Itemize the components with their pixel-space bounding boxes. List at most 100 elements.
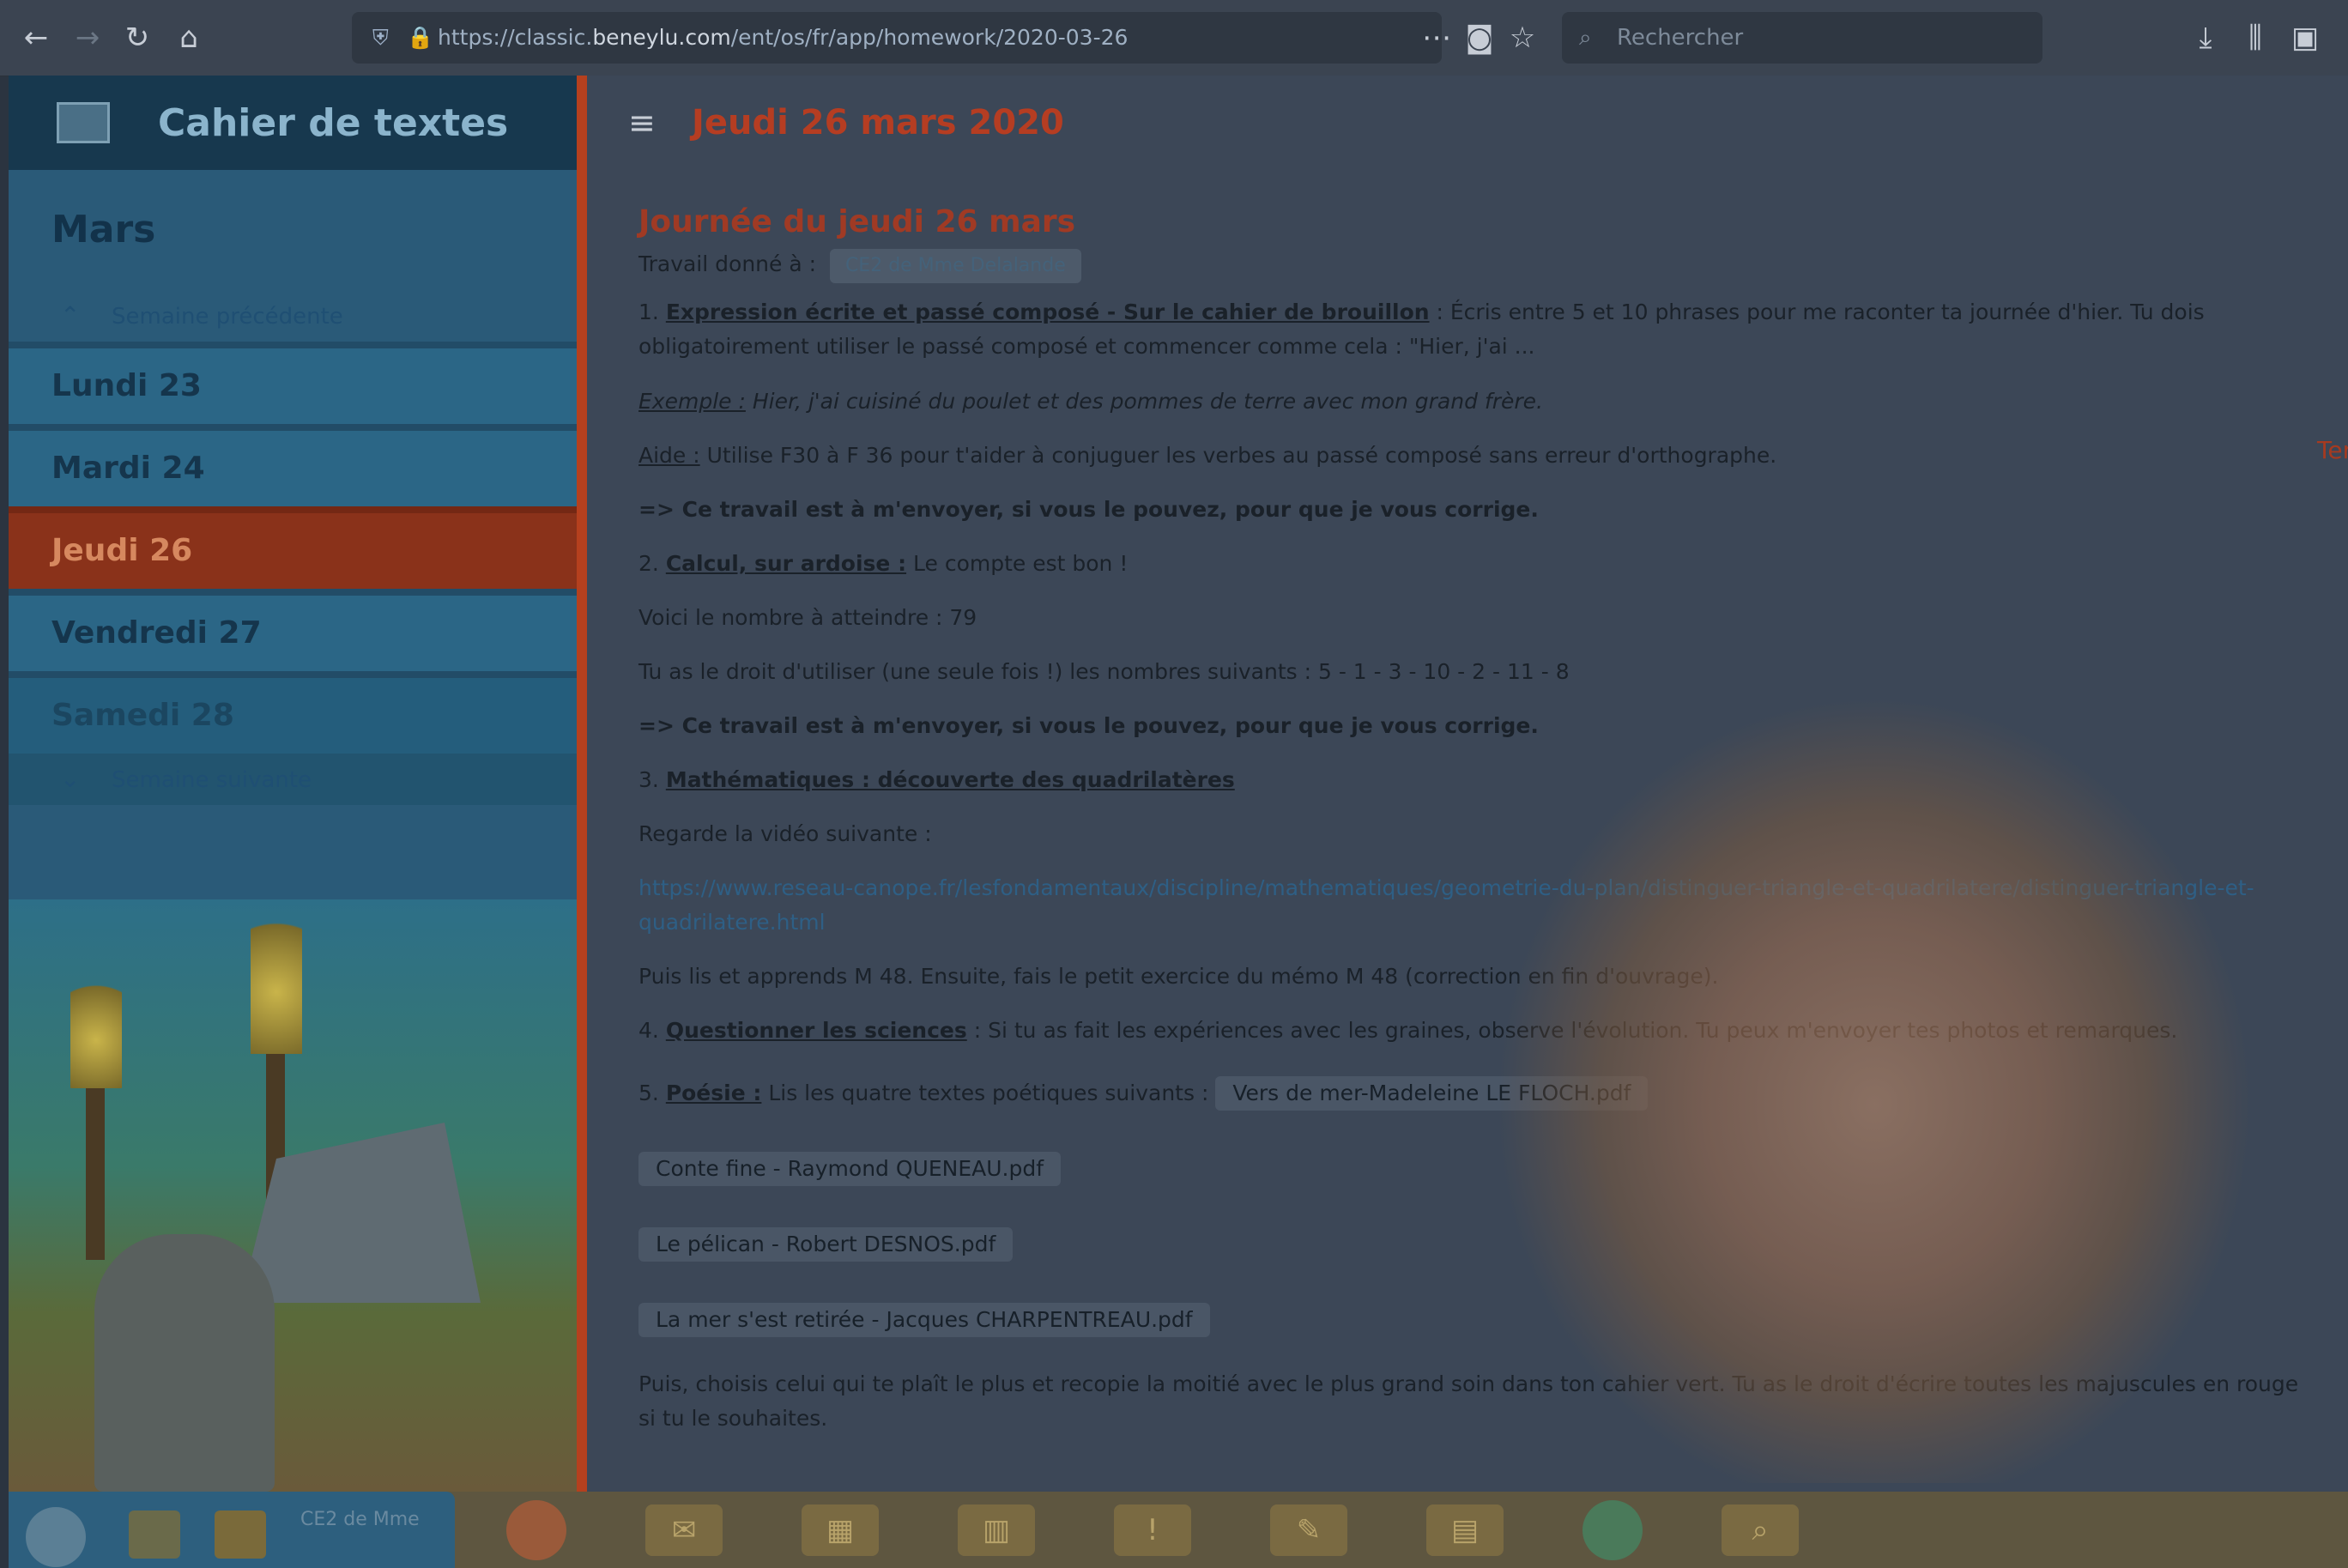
chevron-up-icon: ⌃ xyxy=(60,301,81,330)
example-label: Exemple : xyxy=(638,389,746,414)
flame-left xyxy=(70,968,122,1088)
target-text: Voici le nombre à atteindre : 79 xyxy=(638,605,977,630)
item-1: 1. Expression écrite et passé composé - … xyxy=(638,295,2312,330)
book-icon[interactable]: ▤ xyxy=(1426,1504,1504,1556)
prev-week-link[interactable]: ⌃ Semaine précédente xyxy=(9,290,577,342)
attachment-2[interactable]: Conte fine - Raymond QUENEAU.pdf xyxy=(638,1152,1062,1186)
item-number: 3. xyxy=(638,767,659,792)
url-path: /ent/os/fr/app/homework/2020-03-26 xyxy=(730,25,1129,50)
aide-row: Aide : Utilise F30 à F 36 pour t'aider à… xyxy=(638,439,2312,473)
video-link[interactable]: https://www.reseau-canope.fr/lesfondamen… xyxy=(638,871,2312,905)
item-5-text: Lis les quatre textes poétiques suivants… xyxy=(761,1081,1216,1105)
item-1-title: Expression écrite et passé composé - Sur… xyxy=(665,300,1430,324)
send-note-2: => Ce travail est à m'envoyer, si vous l… xyxy=(638,713,1539,738)
attachment-row-4: La mer s'est retirée - Jacques CHARPENTR… xyxy=(638,1303,2312,1337)
search-input[interactable]: ⌕ Rechercher xyxy=(1562,12,2042,64)
reload-icon[interactable]: ↻ xyxy=(117,17,158,58)
sidebar-divider xyxy=(577,76,587,1492)
library-icon[interactable]: ⫼ xyxy=(2235,17,2276,58)
browser-toolbar: ← → ↻ ⌂ ⛨ 🔒 https://classic.beneylu.com/… xyxy=(0,0,2348,76)
next-week-link[interactable]: ⌄ Semaine suivante xyxy=(9,754,577,805)
page-title: Jeudi 26 mars 2020 xyxy=(692,103,1064,142)
homework-content: Journée du jeudi 26 mars Travail donné à… xyxy=(638,204,2321,1431)
final-text-line2: si tu le souhaites. xyxy=(638,1406,828,1431)
forward-icon[interactable]: → xyxy=(67,17,108,58)
sidebar-day-samedi[interactable]: Samedi 28 xyxy=(9,671,577,754)
alert-icon[interactable]: ! xyxy=(1114,1504,1191,1556)
item-2-text: Le compte est bon ! xyxy=(906,551,1129,576)
video-link-line2[interactable]: quadrilatere.html xyxy=(638,905,2312,940)
menu-icon[interactable]: ≡ xyxy=(628,104,657,142)
download-icon[interactable]: ⤓ xyxy=(2185,17,2226,58)
given-to-row: Travail donné à : CE2 de Mme Delalande xyxy=(638,247,2312,283)
item-4-title: Questionner les sciences xyxy=(665,1018,967,1043)
item-5-title: Poésie : xyxy=(665,1081,762,1105)
map-icon[interactable]: ▦ xyxy=(802,1504,879,1556)
prev-week-label: Semaine précédente xyxy=(112,304,343,330)
example-row: Exemple : Hier, j'ai cuisiné du poulet e… xyxy=(638,384,2312,419)
home-icon[interactable]: ⌂ xyxy=(168,17,209,58)
item-2-title: Calcul, sur ardoise : xyxy=(665,551,907,576)
item-number: 1. xyxy=(638,300,659,324)
notebook-icon[interactable] xyxy=(129,1510,180,1559)
item-number: 4. xyxy=(638,1018,659,1043)
class-badge[interactable]: CE2 de Mme Delalande xyxy=(829,249,1081,283)
more-icon[interactable]: ⋯ xyxy=(1416,17,1457,58)
sidebar-icon[interactable]: ▣ xyxy=(2284,17,2326,58)
bottom-dock: CE2 de Mme ✉ ▦ ▥ ! ✎ ▤ ⌕ xyxy=(9,1492,2348,1568)
dock-class-label: CE2 de Mme xyxy=(300,1509,420,1530)
shield-icon: ⛨ xyxy=(372,25,389,50)
dock-search-icon[interactable]: ⌕ xyxy=(1722,1504,1799,1556)
backpack-icon[interactable]: ▥ xyxy=(958,1504,1035,1556)
attachment-1[interactable]: Vers de mer-Madeleine LE FLOCH.pdf xyxy=(1215,1076,1649,1111)
attachment-4[interactable]: La mer s'est retirée - Jacques CHARPENTR… xyxy=(638,1303,1210,1337)
item-number: 5. xyxy=(638,1081,659,1105)
attachment-3[interactable]: Le pélican - Robert DESNOS.pdf xyxy=(638,1227,1014,1262)
search-placeholder: Rechercher xyxy=(1617,25,1744,51)
example-text: Hier, j'ai cuisiné du poulet et des pomm… xyxy=(745,389,1543,414)
stone-tablet-illustration xyxy=(94,1234,275,1492)
sidebar-day-mardi[interactable]: Mardi 24 xyxy=(9,424,577,506)
star-icon[interactable]: ☆ xyxy=(1502,17,1543,58)
profile-icon[interactable] xyxy=(506,1499,566,1560)
dock-user-panel: CE2 de Mme xyxy=(9,1492,455,1568)
mail-icon[interactable]: ✉ xyxy=(645,1504,723,1556)
back-icon[interactable]: ← xyxy=(15,17,57,58)
chevron-down-icon: ⌄ xyxy=(60,765,81,793)
avatar-icon[interactable] xyxy=(26,1507,86,1567)
sidebar: Cahier de textes Mars ⌃ Semaine précédent… xyxy=(9,76,577,1492)
item-number: 2. xyxy=(638,551,659,576)
url-domain: beneylu.com xyxy=(592,25,731,50)
sidebar-header: Cahier de textes xyxy=(9,76,577,170)
url-prefix: https://classic. xyxy=(438,25,593,50)
sidebar-illustration xyxy=(9,899,577,1492)
item-1-text-line2: obligatoirement utiliser le passé compos… xyxy=(638,334,1535,359)
lock-icon: 🔒 xyxy=(407,25,434,50)
letter-icon[interactable] xyxy=(215,1510,266,1559)
sidebar-day-vendredi[interactable]: Vendredi 27 xyxy=(9,589,577,671)
item-5: 5. Poésie : Lis les quatre textes poétiq… xyxy=(638,1076,2312,1111)
item-3: 3. Mathématiques : découverte des quadri… xyxy=(638,763,2312,797)
item-4-text: : Si tu as fait les expériences avec les… xyxy=(966,1018,2178,1043)
app-window: Cahier de textes Mars ⌃ Semaine précédent… xyxy=(9,76,2348,1568)
sidebar-day-lundi[interactable]: Lundi 23 xyxy=(9,342,577,424)
send-note-1: => Ce travail est à m'envoyer, si vous l… xyxy=(638,497,1539,522)
gadget-label[interactable]: Terr xyxy=(2317,436,2348,464)
flame-right xyxy=(251,899,302,1054)
next-week-label: Semaine suivante xyxy=(112,767,312,793)
globe-icon[interactable] xyxy=(1582,1499,1643,1560)
item-3-title: Mathématiques : découverte des quadrilat… xyxy=(665,767,1235,792)
activities-icon[interactable]: ✎ xyxy=(1270,1504,1347,1556)
sidebar-day-jeudi[interactable]: Jeudi 26 xyxy=(9,506,577,589)
allowed-text: Tu as le droit d'utiliser (une seule foi… xyxy=(638,659,1570,684)
month-label: Mars xyxy=(51,208,156,251)
attachment-row-2: Conte fine - Raymond QUENEAU.pdf xyxy=(638,1152,2312,1186)
given-to-label: Travail donné à : xyxy=(638,251,817,276)
aide-text: Utilise F30 à F 36 pour t'aider à conjug… xyxy=(699,443,1777,468)
notebook-icon xyxy=(57,102,110,143)
section-title: Journée du jeudi 26 mars xyxy=(638,204,1076,239)
url-bar[interactable]: ⛨ 🔒 https://classic.beneylu.com/ent/os/f… xyxy=(352,12,1442,64)
video-text: Regarde la vidéo suivante : xyxy=(638,821,932,846)
pocket-icon[interactable]: ◙ xyxy=(1459,17,1500,58)
aide-label: Aide : xyxy=(638,443,700,468)
